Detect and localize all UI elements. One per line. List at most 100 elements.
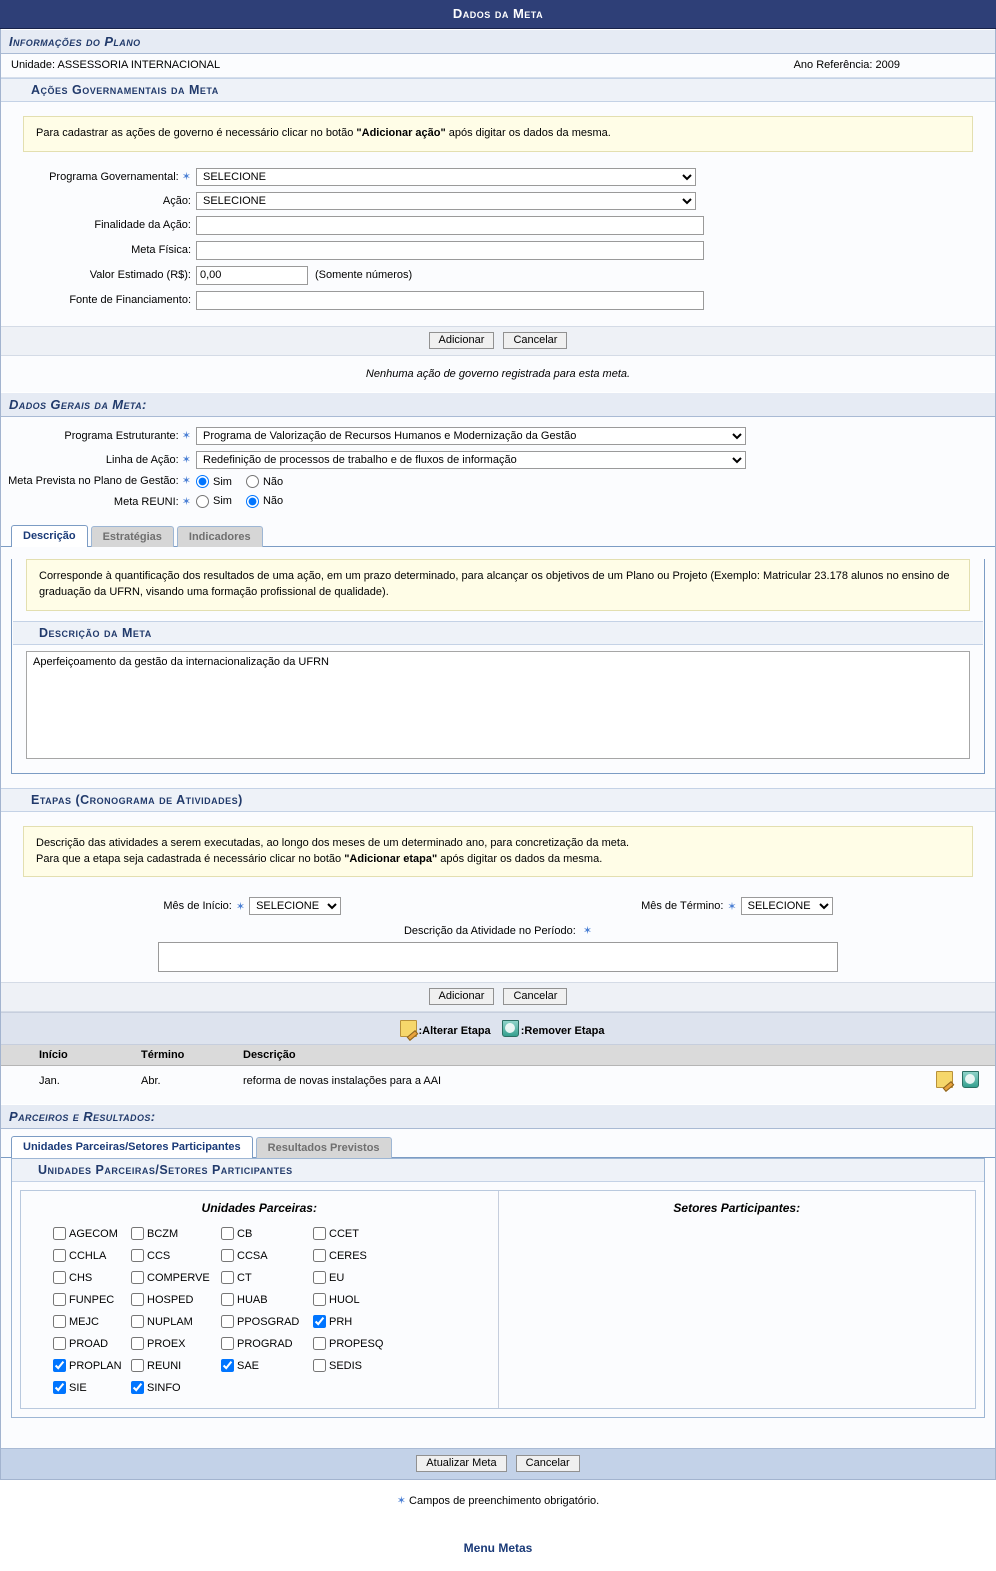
fonte-financiamento-input[interactable] [196, 290, 704, 310]
valor-estimado-label: Valor Estimado (R$): [89, 269, 191, 282]
partner-unit-checkbox-item[interactable]: PROPESQ [313, 1337, 403, 1351]
atividade-input[interactable] [158, 942, 838, 973]
partner-unit-checkbox-item[interactable]: CCET [313, 1227, 403, 1241]
partner-unit-checkbox-item[interactable]: HUOL [313, 1293, 403, 1307]
partner-unit-checkbox[interactable] [53, 1359, 66, 1373]
description-meta-textarea[interactable]: Aperfeiçoamento da gestão da internacion… [26, 650, 970, 759]
partner-unit-checkbox[interactable] [131, 1227, 144, 1241]
partner-unit-checkbox[interactable] [221, 1315, 234, 1329]
partner-unit-checkbox-item[interactable]: SEDIS [313, 1359, 403, 1373]
partner-unit-checkbox[interactable] [131, 1293, 144, 1307]
partner-unit-checkbox-item[interactable]: CERES [313, 1249, 403, 1263]
partner-unit-checkbox[interactable] [131, 1337, 144, 1351]
cancel-etapa-button[interactable]: Cancelar [503, 988, 568, 1006]
partner-unit-checkbox[interactable] [53, 1381, 66, 1395]
partner-unit-checkbox-item[interactable]: CB [221, 1227, 313, 1241]
partner-unit-checkbox[interactable] [313, 1227, 326, 1241]
menu-metas-link[interactable]: Menu Metas [464, 1541, 533, 1555]
add-action-button[interactable]: Adicionar [428, 331, 495, 349]
partner-unit-checkbox-item[interactable]: SINFO [131, 1381, 221, 1395]
trash-icon[interactable] [962, 1071, 979, 1089]
partner-unit-checkbox-item[interactable]: MEJC [53, 1315, 131, 1329]
trash-icon [501, 1020, 519, 1038]
partner-unit-checkbox[interactable] [131, 1315, 144, 1329]
partner-unit-checkbox-item[interactable]: FUNPEC [53, 1293, 131, 1307]
partner-unit-checkbox[interactable] [131, 1381, 144, 1395]
cancel-action-button[interactable]: Cancelar [503, 331, 568, 349]
tab-unidades-parceiras[interactable]: Unidades Parceiras/Setores Participantes [11, 1136, 253, 1159]
partner-unit-checkbox-item[interactable]: PRH [313, 1315, 403, 1329]
programa-estruturante-select[interactable]: Programa de Valorização de Recursos Huma… [196, 426, 746, 445]
partner-unit-checkbox-item[interactable]: PPOSGRAD [221, 1315, 313, 1329]
partner-unit-checkbox[interactable] [221, 1337, 234, 1351]
meta-fisica-input[interactable] [196, 240, 704, 260]
mes-inicio-select[interactable]: SELECIONE [249, 897, 342, 916]
meta-reuni-yes-radio[interactable] [196, 494, 209, 508]
tab-descricao[interactable]: Descrição [11, 524, 88, 547]
partner-unit-checkbox[interactable] [53, 1227, 66, 1241]
finalidade-input[interactable] [196, 215, 704, 235]
partner-unit-checkbox[interactable] [313, 1271, 326, 1285]
spacer-after-description [1, 773, 995, 788]
partner-unit-checkbox[interactable] [313, 1293, 326, 1307]
partner-unit-checkbox-item[interactable]: CT [221, 1271, 313, 1285]
partner-unit-checkbox[interactable] [221, 1293, 234, 1307]
partner-unit-checkbox[interactable] [313, 1315, 326, 1329]
partner-unit-checkbox-item[interactable]: EU [313, 1271, 403, 1285]
partner-unit-checkbox-item[interactable]: HOSPED [131, 1293, 221, 1307]
meta-reuni-no-option[interactable]: Não [245, 494, 283, 508]
partner-unit-checkbox-item[interactable]: SIE [53, 1381, 131, 1395]
partner-unit-checkbox[interactable] [313, 1337, 326, 1351]
programa-governamental-select[interactable]: SELECIONE [196, 167, 696, 186]
partner-unit-checkbox[interactable] [53, 1293, 66, 1307]
partner-unit-checkbox-item[interactable]: COMPERVE [131, 1271, 221, 1285]
partner-unit-checkbox[interactable] [313, 1359, 326, 1373]
partner-unit-checkbox-item[interactable]: CCS [131, 1249, 221, 1263]
meta-prevista-no-radio[interactable] [245, 475, 259, 489]
partner-unit-checkbox-item[interactable]: AGECOM [53, 1227, 131, 1241]
partner-unit-checkbox-item[interactable]: BCZM [131, 1227, 221, 1241]
meta-reuni-no-radio[interactable] [245, 494, 259, 508]
partner-unit-checkbox-item[interactable]: CHS [53, 1271, 131, 1285]
partner-unit-checkbox[interactable] [53, 1271, 66, 1285]
update-meta-button[interactable]: Atualizar Meta [416, 1455, 507, 1473]
meta-prevista-yes-radio[interactable] [196, 475, 209, 489]
meta-prevista-no-option[interactable]: Não [245, 475, 283, 489]
partner-unit-checkbox[interactable] [313, 1249, 326, 1263]
partner-unit-checkbox-item[interactable]: NUPLAM [131, 1315, 221, 1329]
partner-unit-checkbox[interactable] [53, 1249, 66, 1263]
partner-unit-checkbox[interactable] [221, 1249, 234, 1263]
partner-unit-checkbox-item[interactable]: PROEX [131, 1337, 221, 1351]
partner-unit-checkbox-item[interactable]: PROAD [53, 1337, 131, 1351]
partner-unit-checkbox[interactable] [131, 1359, 144, 1373]
partner-unit-checkbox[interactable] [221, 1227, 234, 1241]
partner-unit-label: CCHLA [69, 1249, 107, 1262]
partner-unit-label: HOSPED [147, 1293, 194, 1306]
edit-icon[interactable] [935, 1071, 953, 1089]
partner-units-column: Unidades Parceiras: AGECOM BCZM CB CCET CCHL… [21, 1191, 499, 1409]
linha-acao-select[interactable]: Redefinição de processos de trabalho e d… [196, 450, 746, 469]
partner-unit-checkbox-item[interactable]: REUNI [131, 1359, 221, 1373]
tab-resultados-previstos[interactable]: Resultados Previstos [255, 1137, 392, 1159]
partner-unit-checkbox[interactable] [221, 1271, 234, 1285]
partner-unit-checkbox[interactable] [221, 1359, 234, 1373]
partner-unit-checkbox[interactable] [53, 1315, 66, 1329]
valor-estimado-input[interactable] [196, 265, 308, 285]
cancel-button[interactable]: Cancelar [515, 1455, 580, 1473]
tab-indicadores[interactable]: Indicadores [176, 525, 263, 547]
partner-unit-checkbox-item[interactable]: PROGRAD [221, 1337, 313, 1351]
partner-unit-checkbox-item[interactable]: CCHLA [53, 1249, 131, 1263]
meta-reuni-yes-option[interactable]: Sim [196, 494, 232, 508]
partner-unit-checkbox[interactable] [131, 1271, 144, 1285]
mes-termino-select[interactable]: SELECIONE [740, 897, 833, 916]
partner-unit-checkbox-item[interactable]: PROPLAN [53, 1359, 131, 1373]
acao-select[interactable]: SELECIONE [196, 191, 696, 210]
partner-unit-checkbox-item[interactable]: CCSA [221, 1249, 313, 1263]
partner-unit-checkbox-item[interactable]: SAE [221, 1359, 313, 1373]
add-etapa-button[interactable]: Adicionar [428, 988, 495, 1006]
partner-unit-checkbox-item[interactable]: HUAB [221, 1293, 313, 1307]
tab-estrategias[interactable]: Estratégias [90, 525, 174, 547]
partner-unit-checkbox[interactable] [53, 1337, 66, 1351]
meta-prevista-yes-option[interactable]: Sim [196, 475, 232, 489]
partner-unit-checkbox[interactable] [131, 1249, 144, 1263]
